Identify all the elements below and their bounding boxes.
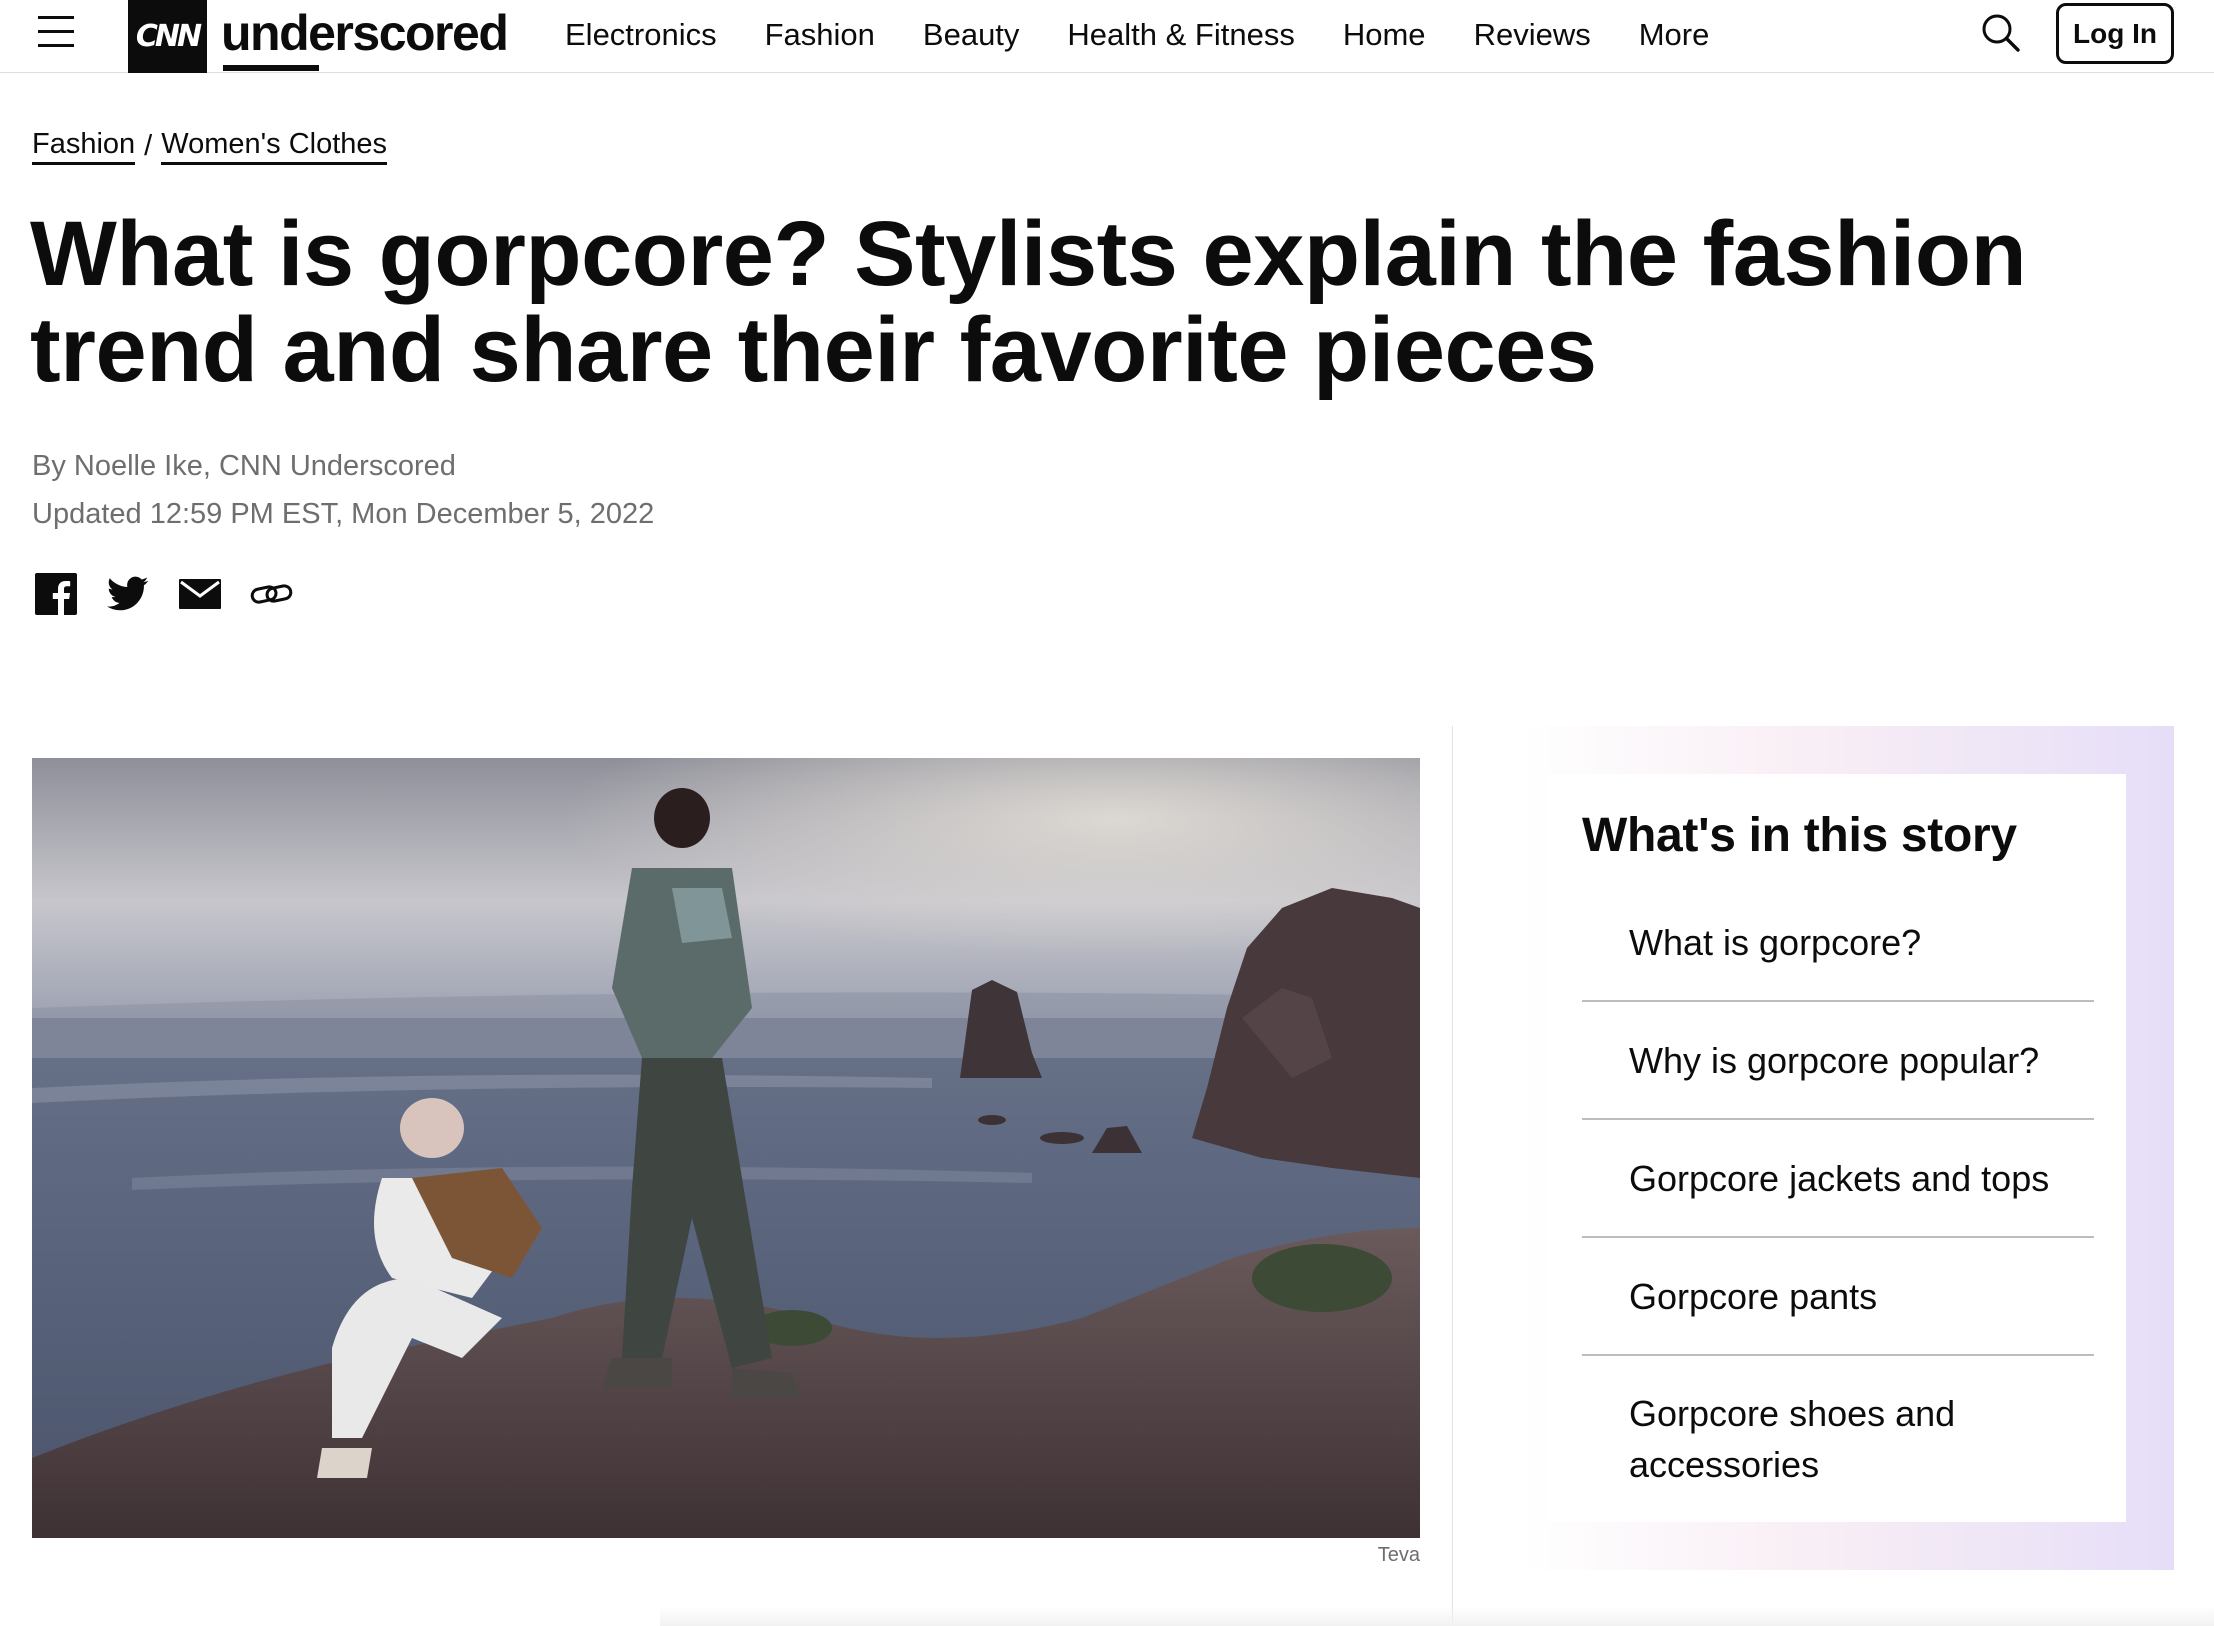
toc-item[interactable]: Gorpcore pants <box>1582 1238 2094 1356</box>
email-icon[interactable] <box>176 570 224 618</box>
toc-item[interactable]: Gorpcore shoes and accessories <box>1582 1356 2094 1506</box>
toc-title: What's in this story <box>1582 809 2017 862</box>
table-of-contents: What's in this story What is gorpcore? W… <box>1546 774 2126 1522</box>
nav-item-electronics[interactable]: Electronics <box>565 17 717 53</box>
main-nav: Electronics Fashion Beauty Health & Fitn… <box>565 0 1757 69</box>
hamburger-menu-icon[interactable] <box>38 14 74 50</box>
page-bottom-fade <box>660 1606 2214 1626</box>
breadcrumb-separator: / <box>144 130 153 162</box>
site-logo[interactable]: CNN underscored <box>128 0 509 73</box>
cnn-logo-mark: CNN <box>128 0 207 73</box>
nav-item-more[interactable]: More <box>1639 17 1710 53</box>
breadcrumb: Fashion / Women's Clothes <box>32 128 388 165</box>
link-icon[interactable] <box>248 570 296 618</box>
login-button[interactable]: Log In <box>2056 3 2174 64</box>
underscored-wordmark: underscored <box>221 4 509 71</box>
nav-item-home[interactable]: Home <box>1343 17 1426 53</box>
share-bar <box>32 570 320 618</box>
article-timestamp: Updated 12:59 PM EST, Mon December 5, 20… <box>32 498 655 530</box>
nav-item-reviews[interactable]: Reviews <box>1474 17 1591 53</box>
article-headline: What is gorpcore? Stylists explain the f… <box>30 203 2027 401</box>
search-icon[interactable] <box>1980 12 2022 54</box>
site-header: CNN underscored Electronics Fashion Beau… <box>0 0 2214 73</box>
breadcrumb-fashion[interactable]: Fashion <box>32 128 136 165</box>
facebook-icon[interactable] <box>32 570 80 618</box>
breadcrumb-womens-clothes[interactable]: Women's Clothes <box>161 128 388 165</box>
image-credit: Teva <box>1377 1544 1420 1566</box>
hero-image <box>32 758 1420 1538</box>
toc-item[interactable]: Gorpcore jackets and tops <box>1582 1120 2094 1238</box>
toc-list: What is gorpcore? Why is gorpcore popula… <box>1582 884 2094 1506</box>
nav-item-fashion[interactable]: Fashion <box>765 17 875 53</box>
nav-item-health-fitness[interactable]: Health & Fitness <box>1067 17 1294 53</box>
nav-item-beauty[interactable]: Beauty <box>923 17 1020 53</box>
article-byline: By Noelle Ike, CNN Underscored <box>32 450 456 482</box>
column-divider <box>1452 726 1453 1626</box>
toc-item[interactable]: Why is gorpcore popular? <box>1582 1002 2094 1120</box>
twitter-icon[interactable] <box>104 570 152 618</box>
toc-item[interactable]: What is gorpcore? <box>1582 884 2094 1002</box>
